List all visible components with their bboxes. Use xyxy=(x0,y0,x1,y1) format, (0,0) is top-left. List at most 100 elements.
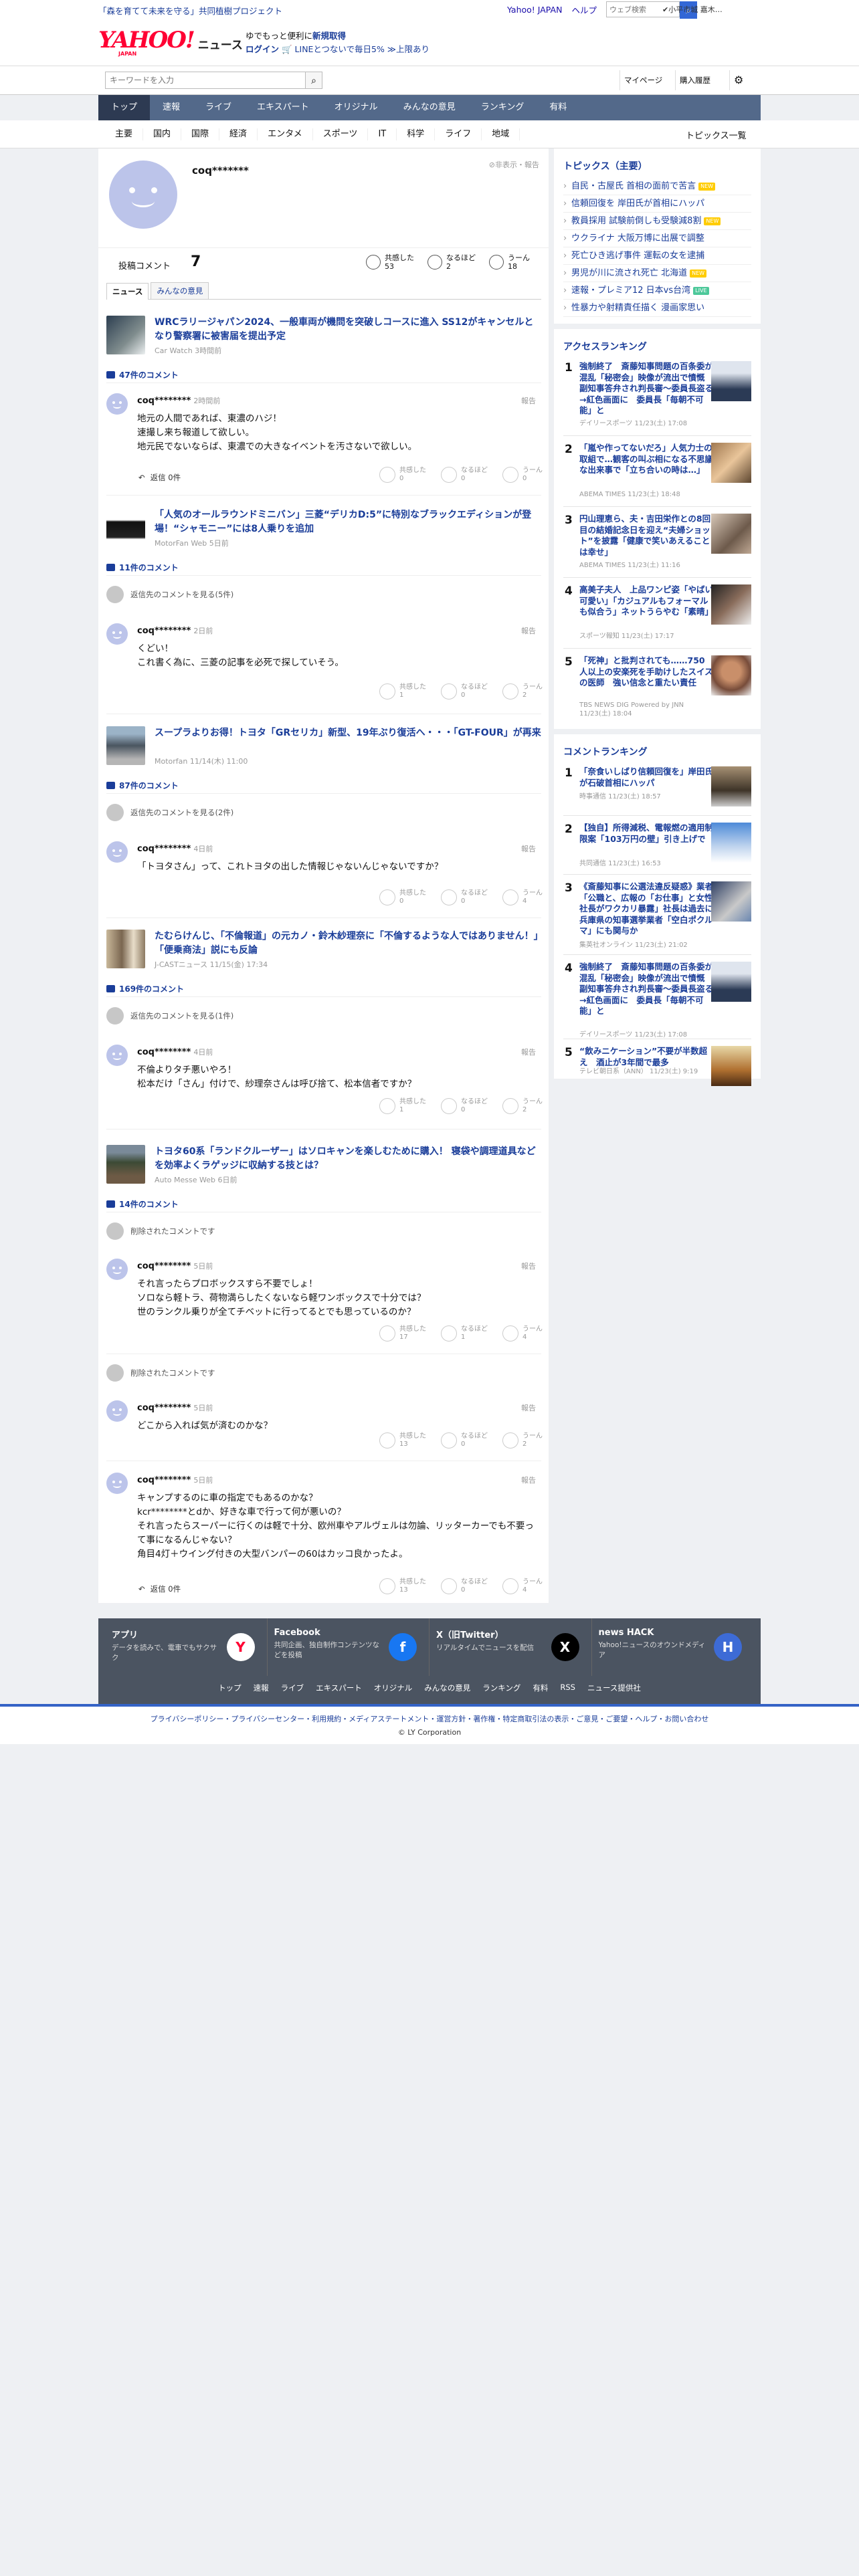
empathy-button[interactable]: 共感した 1 xyxy=(379,683,426,700)
ranking-item[interactable]: 5 “飲みニケーション”不要が半数超え 酒止が3年間で最多 テレビ朝日系（ANN） … xyxy=(563,1046,751,1086)
uun-button[interactable]: うーん 4 xyxy=(502,1325,543,1341)
article-title[interactable]: たむらけんじ、「不倫報道」の元カノ・鈴木紗理奈に「不倫するような人ではありません… xyxy=(155,930,541,958)
topic-item[interactable]: 性暴力や射精責任描く 漫画家思い xyxy=(563,300,751,317)
empathy-button[interactable]: 共感した 13 xyxy=(379,1578,426,1594)
footer-link[interactable]: ランキング xyxy=(482,1683,520,1693)
reply-toggle[interactable]: ↶ 返信 0件 xyxy=(138,472,181,483)
parent-comment-link[interactable]: 返信先のコメントを見る(5件) xyxy=(106,586,233,603)
location-label[interactable]: ✔小平市城 嘉木… xyxy=(662,4,723,15)
gnav-live[interactable]: ライブ xyxy=(193,95,244,120)
article-title[interactable]: WRCラリージャパン2024、一般車両が機問を突破しコースに進入 SS12がキャ… xyxy=(155,316,541,344)
gnav-expert[interactable]: エキスパート xyxy=(244,95,322,120)
cat-sports[interactable]: スポーツ xyxy=(313,128,369,140)
footer-link[interactable]: RSS xyxy=(560,1683,575,1693)
empathy-button[interactable]: 共感した 13 xyxy=(379,1432,426,1448)
footer-newshack[interactable]: news HACK Yahoo!ニュースのオウンドメディア H xyxy=(592,1618,754,1676)
topics-list-link[interactable]: トピックス一覧 xyxy=(686,128,747,141)
uun-button[interactable]: うーん 2 xyxy=(502,1098,543,1114)
naruhodo-button[interactable]: なるほど 0 xyxy=(441,889,488,905)
cat-it[interactable]: IT xyxy=(368,128,397,140)
cat-entertainment[interactable]: エンタメ xyxy=(258,128,313,140)
article-title[interactable]: トヨタ60系「ランドクルーザー」はソロキャンを楽しむために購入！ 寝袋や調理道具… xyxy=(155,1145,541,1173)
reply-toggle[interactable]: ↶ 返信 0件 xyxy=(138,1584,181,1594)
gnav-ranking[interactable]: ランキング xyxy=(468,95,537,120)
empathy-button[interactable]: 共感した 0 xyxy=(379,889,426,905)
policy-links[interactable]: プライバシーポリシー・プライバシーセンター・利用規約・メディアステートメント・運… xyxy=(0,1704,859,1724)
footer-link[interactable]: ニュース提供社 xyxy=(587,1683,641,1693)
yahoo-japan-link[interactable]: Yahoo! JAPAN xyxy=(507,5,562,15)
parent-comment-link[interactable]: 返信先のコメントを見る(2件) xyxy=(106,804,233,821)
report-link[interactable]: 報告 xyxy=(521,843,536,854)
gnav-opinion[interactable]: みんなの意見 xyxy=(391,95,468,120)
uun-button[interactable]: うーん 4 xyxy=(502,889,543,905)
footer-app[interactable]: アプリ データを読みで、電車でもサクサク Y xyxy=(105,1618,268,1676)
comment-count-link[interactable]: 169件のコメント xyxy=(106,983,184,994)
ranking-item[interactable]: 1 「奈食いしばり信頼回復を」岸田氏が石破首相にハッパ 時事通信 11/23(土) … xyxy=(563,766,751,816)
naruhodo-button[interactable]: なるほど 0 xyxy=(441,683,488,700)
naruhodo-button[interactable]: なるほど 0 xyxy=(441,1098,488,1114)
article-title[interactable]: スープラよりお得！トヨタ「GRセリカ」新型、19年ぶり復活へ・・・「GT-FOU… xyxy=(155,726,541,740)
help-link[interactable]: ヘルプ xyxy=(571,3,597,16)
report-link[interactable]: 報告 xyxy=(521,1475,536,1485)
tab-news[interactable]: ニュース xyxy=(106,283,149,300)
article-title[interactable]: 「人気のオールラウンドミニバン」三菱“デリカD:5”に特別なブラックエディション… xyxy=(155,508,541,536)
naruhodo-button[interactable]: なるほど 1 xyxy=(441,1325,488,1341)
gnav-paid[interactable]: 有料 xyxy=(537,95,579,120)
cat-major[interactable]: 主要 xyxy=(105,128,144,140)
comment-count-link[interactable]: 11件のコメント xyxy=(106,562,179,573)
cat-life[interactable]: ライフ xyxy=(435,128,482,140)
signup-link[interactable]: 新規取得 xyxy=(312,31,346,41)
cat-region[interactable]: 地域 xyxy=(482,128,520,140)
comment-count-link[interactable]: 87件のコメント xyxy=(106,780,179,791)
footer-link[interactable]: 速報 xyxy=(254,1683,269,1693)
promo-link[interactable]: 「森を育てて未来を守る」共同植樹プロジェクト xyxy=(98,4,282,17)
ranking-item[interactable]: 3 円山理恵ら、夫・吉田栄作との8回目の結婚記念日を迎え“夫婦ショット”を披露「健… xyxy=(563,514,751,578)
footer-link[interactable]: トップ xyxy=(218,1683,242,1693)
footer-x[interactable]: X（旧Twitter） リアルタイムでニュースを配信 X xyxy=(430,1618,592,1676)
report-link[interactable]: 報告 xyxy=(521,1402,536,1413)
topic-item[interactable]: 信頼回復を 岸田氏が首相にハッパ xyxy=(563,195,751,213)
footer-link[interactable]: エキスパート xyxy=(316,1683,362,1693)
footer-link[interactable]: みんなの意見 xyxy=(424,1683,470,1693)
uun-button[interactable]: うーん 0 xyxy=(502,467,543,483)
footer-link[interactable]: オリジナル xyxy=(374,1683,413,1693)
gnav-top[interactable]: トップ xyxy=(98,95,151,120)
cat-world[interactable]: 国際 xyxy=(181,128,220,140)
report-link[interactable]: 報告 xyxy=(521,1261,536,1271)
cat-science[interactable]: 科学 xyxy=(397,128,436,140)
ranking-item[interactable]: 1 強制終了 斎藤知事問題の百条委が混乱「秘密会」映像が流出で憤慨 副知事答弁され… xyxy=(563,361,751,436)
ranking-item[interactable]: 4 強制終了 斎藤知事問題の百条委が混乱「秘密会」映像が流出で憤慨 副知事答弁され… xyxy=(563,962,751,1039)
report-link[interactable]: 報告 xyxy=(521,625,536,636)
ranking-item[interactable]: 2 「嵐や作ってないだろ」人気力士の取組で…観客の叫ぶ相になる不思議な出来事で「立… xyxy=(563,443,751,507)
uun-button[interactable]: うーん 2 xyxy=(502,1432,543,1448)
empathy-button[interactable]: 共感した 0 xyxy=(379,467,426,483)
report-link[interactable]: 報告 xyxy=(521,395,536,406)
parent-comment-link[interactable]: 返信先のコメントを見る(1件) xyxy=(106,1007,233,1025)
topic-item[interactable]: 男児が川に流され死亡 北海道NEW xyxy=(563,265,751,282)
topic-item[interactable]: 速報・プレミア12 日本vs台湾LIVE xyxy=(563,282,751,300)
comment-count-link[interactable]: 14件のコメント xyxy=(106,1198,179,1210)
yahoo-news-logo[interactable]: YAHOO! JAPAN ニュース xyxy=(98,28,243,57)
topic-item[interactable]: 教員採用 試験前倒しも受験減8割NEW xyxy=(563,213,751,230)
footer-link[interactable]: ライブ xyxy=(281,1683,304,1693)
topic-item[interactable]: 自民・古屋氏 首相の面前で苦言NEW xyxy=(563,178,751,195)
purchase-history-link[interactable]: 購入履歴 xyxy=(675,70,714,90)
naruhodo-button[interactable]: なるほど 0 xyxy=(441,1578,488,1594)
ranking-item[interactable]: 4 高美子夫人 上品ワンピ姿「やばい可愛い」「カジュアルもフォーマルも似合う」ネッ… xyxy=(563,584,751,649)
topic-item[interactable]: 死亡ひき逃げ事件 運転の女を逮捕 xyxy=(563,247,751,265)
footer-facebook[interactable]: Facebook 共同企画、独自制作コンテンツなどを投稿 f xyxy=(268,1618,430,1676)
footer-link[interactable]: 有料 xyxy=(533,1683,548,1693)
naruhodo-button[interactable]: なるほど 0 xyxy=(441,1432,488,1448)
naruhodo-button[interactable]: なるほど 0 xyxy=(441,467,488,483)
gear-icon[interactable]: ⚙ xyxy=(729,70,747,90)
gnav-original[interactable]: オリジナル xyxy=(322,95,391,120)
empathy-button[interactable]: 共感した 1 xyxy=(379,1098,426,1114)
uun-button[interactable]: うーん 2 xyxy=(502,683,543,700)
ranking-item[interactable]: 5 「死神」と批判されても……750人以上の安楽死を手助けしたスイスの医師 強い信… xyxy=(563,655,751,729)
uun-button[interactable]: うーん 4 xyxy=(502,1578,543,1594)
cat-domestic[interactable]: 国内 xyxy=(143,128,182,140)
hide-report-link[interactable]: ⊘非表示・報告 xyxy=(489,159,539,170)
keyword-search-button[interactable]: ⌕ xyxy=(305,72,322,89)
keyword-input[interactable] xyxy=(105,72,306,89)
cat-economy[interactable]: 経済 xyxy=(219,128,258,140)
